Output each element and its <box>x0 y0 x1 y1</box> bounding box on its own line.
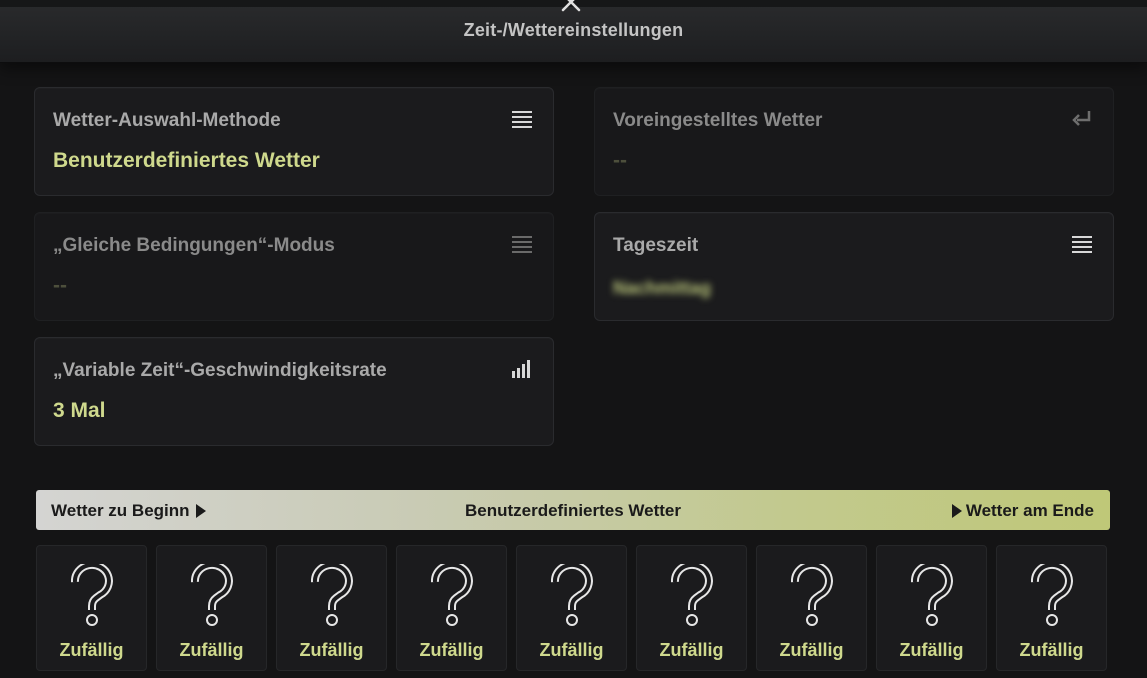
weather-method-value: Benutzerdefiniertes Wetter <box>53 149 320 172</box>
question-mark-icon <box>911 564 953 626</box>
list-icon <box>512 111 532 128</box>
close-icon[interactable] <box>560 0 582 12</box>
weather-slot[interactable]: Zufällig <box>636 545 747 671</box>
question-mark-icon <box>191 564 233 626</box>
variable-time-rate-label: „Variable Zeit“-Geschwindigkeitsrate <box>53 360 387 381</box>
preset-weather-label: Voreingestelltes Wetter <box>613 110 823 131</box>
weather-slot[interactable]: Zufällig <box>156 545 267 671</box>
list-icon <box>512 236 532 253</box>
weather-slot[interactable]: Zufällig <box>276 545 387 671</box>
question-mark-icon <box>1031 564 1073 626</box>
question-mark-icon <box>71 564 113 626</box>
weather-slot[interactable]: Zufällig <box>516 545 627 671</box>
time-of-day-value: Nachmittag <box>613 278 712 298</box>
same-conditions-label: „Gleiche Bedingungen“-Modus <box>53 235 335 256</box>
weather-slot-label: Zufällig <box>659 640 724 660</box>
same-conditions-setting[interactable]: „Gleiche Bedingungen“-Modus -- <box>34 212 554 321</box>
weather-slot[interactable]: Zufällig <box>396 545 507 671</box>
weather-slot-label: Zufällig <box>179 640 244 660</box>
page-title: Zeit-/Wettereinstellungen <box>463 20 684 40</box>
weather-slot[interactable]: Zufällig <box>876 545 987 671</box>
signal-bars-icon <box>512 360 530 378</box>
return-icon <box>1072 111 1091 126</box>
weather-slots: Zufällig Zufällig Zufällig Zufällig Zufä… <box>36 545 1110 671</box>
weather-method-label: Wetter-Auswahl-Methode <box>53 110 281 131</box>
same-conditions-value: -- <box>53 274 67 297</box>
weather-slot-label: Zufällig <box>59 640 124 660</box>
preset-weather-setting[interactable]: Voreingestelltes Wetter -- <box>594 87 1114 196</box>
play-arrow-icon <box>951 504 962 518</box>
weather-slot-label: Zufällig <box>299 640 364 660</box>
end-weather-label: Wetter am Ende <box>965 501 1094 520</box>
weather-slot-label: Zufällig <box>419 640 484 660</box>
question-mark-icon <box>791 564 833 626</box>
question-mark-icon <box>431 564 473 626</box>
weather-slot-label: Zufällig <box>899 640 964 660</box>
preset-weather-value: -- <box>613 149 627 172</box>
weather-slot-label: Zufällig <box>779 640 844 660</box>
question-mark-icon <box>311 564 353 626</box>
list-icon <box>1072 236 1092 253</box>
question-mark-icon <box>551 564 593 626</box>
header-bar: Zeit-/Wettereinstellungen <box>0 0 1147 63</box>
weather-method-setting[interactable]: Wetter-Auswahl-Methode Benutzerdefiniert… <box>34 87 554 196</box>
weather-sequence-banner: Wetter zu Beginn Benutzerdefiniertes Wet… <box>36 490 1110 530</box>
weather-slot[interactable]: Zufällig <box>996 545 1107 671</box>
end-weather-indicator: Wetter am Ende <box>951 501 1094 521</box>
variable-time-rate-value: 3 Mal <box>53 399 106 422</box>
weather-slot-label: Zufällig <box>539 640 604 660</box>
weather-slot[interactable]: Zufällig <box>756 545 867 671</box>
banner-title: Benutzerdefiniertes Wetter <box>464 501 681 520</box>
weather-slot-label: Zufällig <box>1019 640 1084 660</box>
time-of-day-label: Tageszeit <box>613 235 699 256</box>
question-mark-icon <box>671 564 713 626</box>
variable-time-rate-setting[interactable]: „Variable Zeit“-Geschwindigkeitsrate 3 M… <box>34 337 554 446</box>
time-of-day-setting[interactable]: Tageszeit Nachmittag <box>594 212 1114 321</box>
weather-slot[interactable]: Zufällig <box>36 545 147 671</box>
